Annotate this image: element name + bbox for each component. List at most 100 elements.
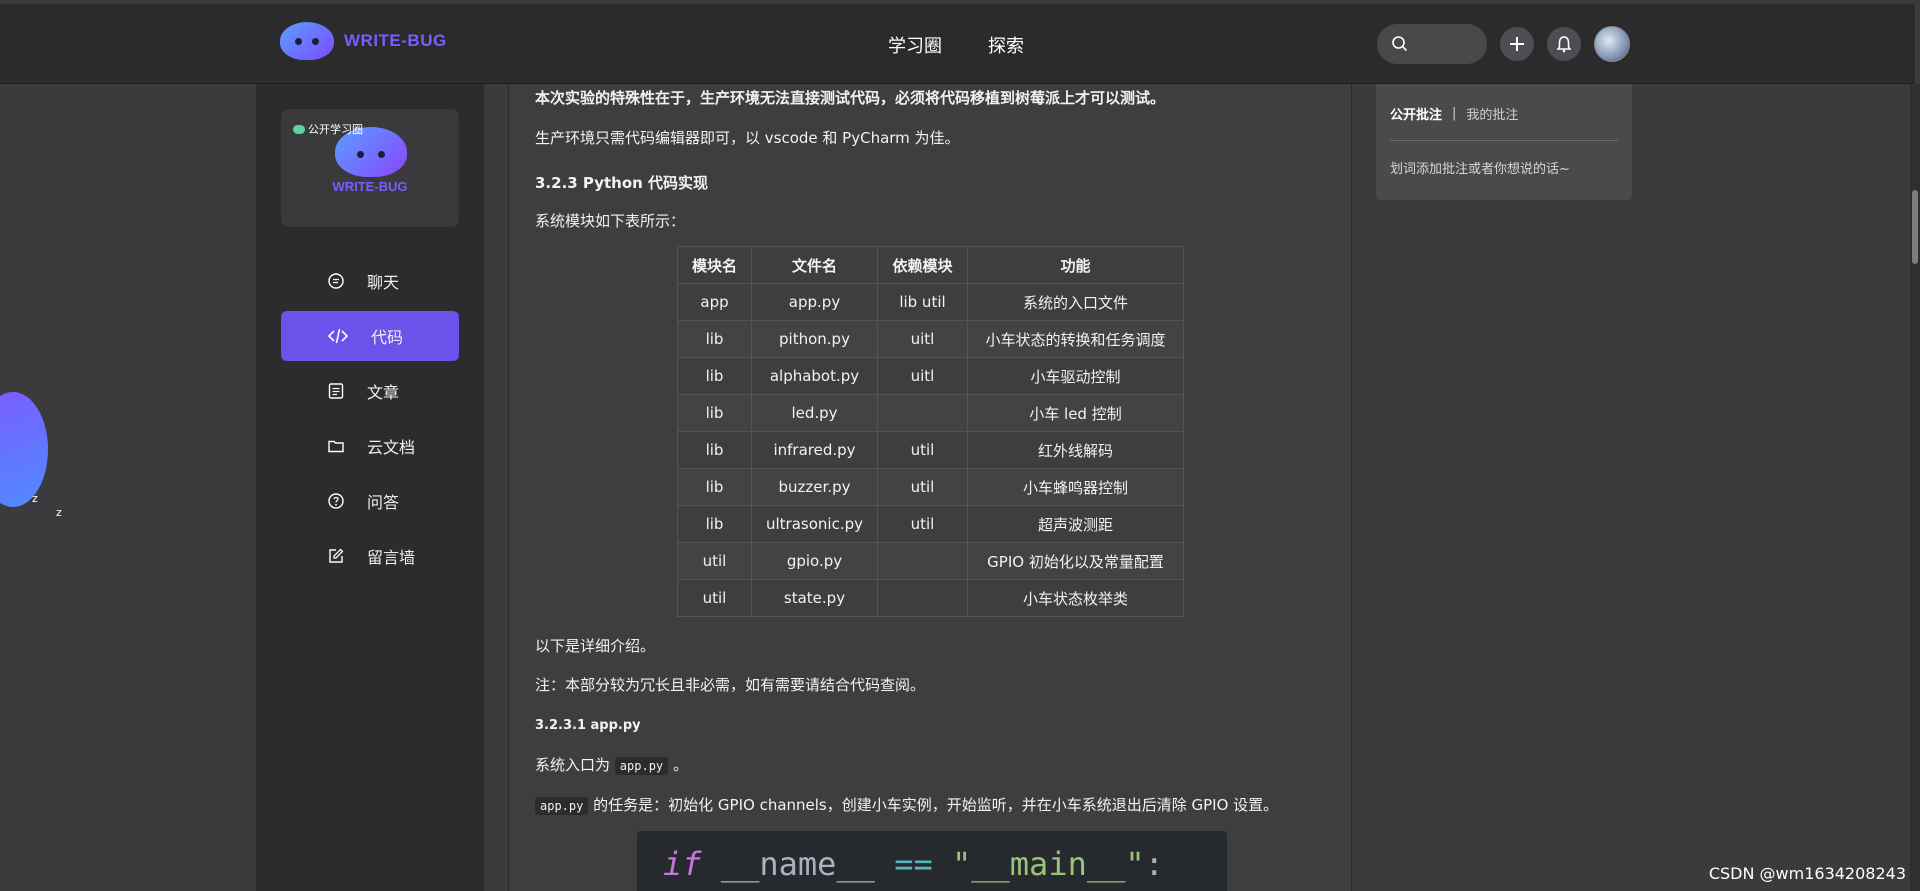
nav-explore[interactable]: 探索 xyxy=(988,32,1024,58)
table-cell: app xyxy=(677,283,752,321)
avatar[interactable] xyxy=(1594,26,1630,62)
page-scrollbar[interactable] xyxy=(1910,84,1920,891)
sidebar-item-label: 留言墙 xyxy=(367,548,416,567)
question-icon xyxy=(328,493,344,509)
paragraph-text: 的任务是：初始化 GPIO channels，创建小车实例，开始监听，并在小车系… xyxy=(593,796,1279,814)
code-block[interactable]: if __name__ == "__main__": xyxy=(637,831,1227,891)
search-icon xyxy=(1392,36,1408,52)
paragraph-text: 系统入口为 xyxy=(535,756,611,774)
sidebar-item-label: 代码 xyxy=(371,328,404,347)
table-cell: lib xyxy=(677,431,752,469)
brand-name: WRITE-BUG xyxy=(344,31,447,50)
edit-icon xyxy=(329,548,344,563)
table-cell: util xyxy=(677,579,752,617)
sidebar-item-label: 云文档 xyxy=(367,438,416,457)
table-cell xyxy=(877,579,968,617)
annotation-panel: 公开批注 | 我的批注 划词添加批注或者你想说的话~ xyxy=(1376,84,1632,200)
sidebar-item-articles[interactable]: 文章 xyxy=(281,366,459,416)
table-cell: pithon.py xyxy=(751,320,878,358)
section-heading: 3.2.3 Python 代码实现 xyxy=(535,174,709,192)
table-cell: 超声波测距 xyxy=(967,505,1184,543)
annotation-hint: 划词添加批注或者你想说的话~ xyxy=(1390,162,1570,177)
sleep-z-text: z xyxy=(32,492,38,505)
table-row: lib pithon.py uitl 小车状态的转换和任务调度 xyxy=(677,320,1184,358)
paragraph: 本次实验的特殊性在于，生产环境无法直接测试代码，必须将代码移植到树莓派上才可以测… xyxy=(535,89,1166,107)
sidebar-item-label: 问答 xyxy=(367,493,400,512)
table-cell: app.py xyxy=(751,283,878,321)
sidebar-item-label: 聊天 xyxy=(367,273,400,292)
sidebar-item-label: 文章 xyxy=(367,383,400,402)
table-row: lib ultrasonic.py util 超声波测距 xyxy=(677,505,1184,543)
table-cell: infrared.py xyxy=(751,431,878,469)
paragraph: 注：本部分较为冗长且非必需，如有需要请结合代码查阅。 xyxy=(535,676,926,694)
add-button[interactable] xyxy=(1500,27,1534,61)
table-row: lib alphabot.py uitl 小车驱动控制 xyxy=(677,357,1184,395)
table-cell: 小车 led 控制 xyxy=(967,394,1184,432)
sidebar-item-chat[interactable]: 聊天 xyxy=(281,256,459,306)
annotation-tabs: 公开批注 | 我的批注 xyxy=(1390,104,1518,123)
divider xyxy=(1390,140,1618,141)
sidebar-item-cloud-docs[interactable]: 云文档 xyxy=(281,421,459,471)
sidebar-item-code[interactable]: 代码 xyxy=(281,311,459,361)
table-cell xyxy=(877,542,968,580)
table-cell: util xyxy=(877,468,968,506)
tab-my-annotations[interactable]: 我的批注 xyxy=(1466,104,1518,123)
left-sidebar: 公开学习圈 WRITE-BUG 聊天 代码 文章 云文档 问答 留言墙 xyxy=(256,84,484,891)
paragraph: 系统模块如下表所示： xyxy=(535,212,686,230)
android-icon xyxy=(293,124,305,134)
sidebar-menu: 聊天 代码 文章 云文档 问答 留言墙 xyxy=(281,256,459,586)
public-badge: 公开学习圈 xyxy=(293,121,363,137)
inline-code: app.py xyxy=(614,757,669,775)
sidebar-item-message-wall[interactable]: 留言墙 xyxy=(281,531,459,581)
plus-icon xyxy=(1510,37,1524,51)
table-cell: lib xyxy=(677,505,752,543)
table-cell: buzzer.py xyxy=(751,468,878,506)
table-cell: 系统的入口文件 xyxy=(967,283,1184,321)
mascot-logo-icon xyxy=(280,22,334,60)
paragraph: app.py 的任务是：初始化 GPIO channels，创建小车实例，开始监… xyxy=(535,794,1278,815)
article-content: 本次实验的特殊性在于，生产环境无法直接测试代码，必须将代码移植到树莓派上才可以测… xyxy=(508,84,1352,891)
table-cell: lib xyxy=(677,357,752,395)
table-cell: util xyxy=(677,542,752,580)
table-cell: 小车蜂鸣器控制 xyxy=(967,468,1184,506)
code-string: "__main__" xyxy=(951,845,1145,883)
table-row: app app.py lib util 系统的入口文件 xyxy=(677,283,1184,321)
tab-public-annotations[interactable]: 公开批注 xyxy=(1390,104,1442,123)
chat-icon xyxy=(328,273,344,289)
table-cell: 小车状态枚举类 xyxy=(967,579,1184,617)
code-keyword: if xyxy=(663,845,702,883)
table-cell: state.py xyxy=(751,579,878,617)
table-cell: 红外线解码 xyxy=(967,431,1184,469)
table-cell: uitl xyxy=(877,357,968,395)
sleep-z-text: z xyxy=(56,506,62,519)
notification-button[interactable] xyxy=(1547,27,1581,61)
paragraph: 系统入口为 app.py 。 xyxy=(535,754,688,775)
public-badge-label: 公开学习圈 xyxy=(308,123,363,136)
table-row: lib led.py 小车 led 控制 xyxy=(677,394,1184,432)
table-cell: lib xyxy=(677,394,752,432)
circle-card[interactable]: 公开学习圈 WRITE-BUG xyxy=(281,109,459,227)
code-identifier: __name__ xyxy=(720,845,875,883)
table-cell: util xyxy=(877,431,968,469)
table-cell: led.py xyxy=(751,394,878,432)
paragraph: 生产环境只需代码编辑器即可，以 vscode 和 PyCharm 为佳。 xyxy=(535,129,960,147)
table-cell: 小车驱动控制 xyxy=(967,357,1184,395)
search-input[interactable] xyxy=(1377,24,1487,64)
table-cell: util xyxy=(877,505,968,543)
top-bar: WRITE-BUG 学习圈 探索 xyxy=(0,4,1915,84)
nav-study-circle[interactable]: 学习圈 xyxy=(888,32,942,58)
table-cell: ultrasonic.py xyxy=(751,505,878,543)
module-table: 模块名 文件名 依赖模块 功能 app app.py lib util 系统的入口文件… xyxy=(677,246,1184,617)
sidebar-item-qa[interactable]: 问答 xyxy=(281,476,459,526)
table-row: util gpio.py GPIO 初始化以及常量配置 xyxy=(677,542,1184,580)
inline-code: app.py xyxy=(535,797,589,815)
table-cell: uitl xyxy=(877,320,968,358)
table-cell: 小车状态的转换和任务调度 xyxy=(967,320,1184,358)
floating-mascot-icon[interactable] xyxy=(0,392,48,507)
folder-icon xyxy=(328,440,344,453)
table-cell: lib xyxy=(677,468,752,506)
main-nav: 学习圈 探索 xyxy=(888,32,1024,58)
paragraph: 以下是详细介绍。 xyxy=(535,637,656,655)
site-logo[interactable]: WRITE-BUG xyxy=(280,22,447,60)
scrollbar-thumb[interactable] xyxy=(1912,190,1918,264)
